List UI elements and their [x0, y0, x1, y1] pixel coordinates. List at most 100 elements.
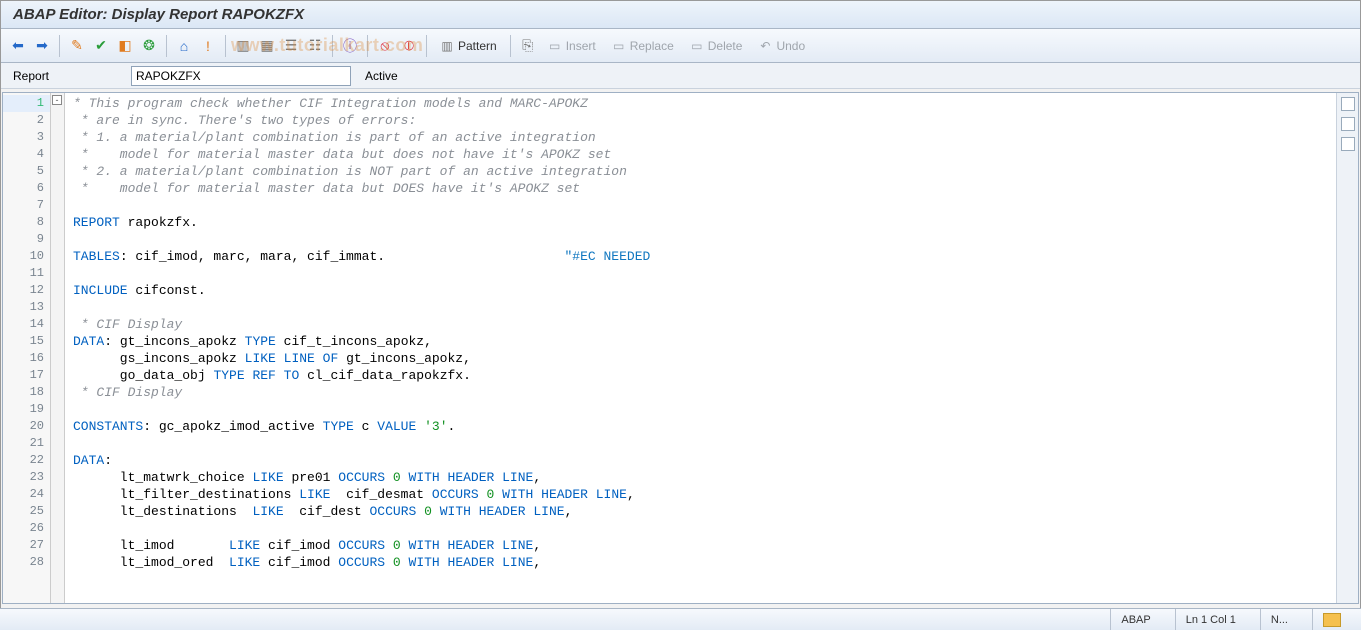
line-number: 3	[3, 129, 50, 146]
code-area[interactable]: * This program check whether CIF Integra…	[65, 93, 1336, 603]
code-line[interactable]: * 2. a material/plant combination is NOT…	[73, 163, 1336, 180]
activate-button[interactable]: ✔	[90, 35, 112, 57]
clipboard-button[interactable]: ⎘	[517, 35, 539, 57]
breakpoint-external-button[interactable]: ⦶	[398, 35, 420, 57]
code-line[interactable]: REPORT rapokzfx.	[73, 214, 1336, 231]
code-line[interactable]	[73, 520, 1336, 537]
replace-icon: ▭	[612, 39, 626, 53]
code-line[interactable]: * model for material master data but doe…	[73, 146, 1336, 163]
side-tool-2[interactable]	[1341, 117, 1355, 131]
report-status: Active	[365, 69, 398, 83]
code-line[interactable]: INCLUDE cifconst.	[73, 282, 1336, 299]
line-number: 17	[3, 367, 50, 384]
code-line[interactable]: * CIF Display	[73, 316, 1336, 333]
code-line[interactable]	[73, 265, 1336, 282]
separator	[367, 35, 368, 57]
layout-icon[interactable]	[1323, 613, 1341, 627]
report-label: Report	[13, 69, 123, 83]
separator	[166, 35, 167, 57]
line-number: 28	[3, 554, 50, 571]
insert-button: ▭ Insert	[541, 35, 603, 57]
fold-column[interactable]: -	[51, 93, 65, 603]
window-title: ABAP Editor: Display Report RAPOKZFX	[1, 1, 1360, 29]
code-line[interactable]: CONSTANTS: gc_apokz_imod_active TYPE c V…	[73, 418, 1336, 435]
status-mode: N...	[1260, 609, 1298, 630]
code-line[interactable]: lt_imod LIKE cif_imod OCCURS 0 WITH HEAD…	[73, 537, 1336, 554]
where-used-button[interactable]: ⌂	[173, 35, 195, 57]
code-line[interactable]: go_data_obj TYPE REF TO cl_cif_data_rapo…	[73, 367, 1336, 384]
report-name-input[interactable]	[131, 66, 351, 86]
line-number: 2	[3, 112, 50, 129]
forward-button[interactable]: ➡	[31, 35, 53, 57]
insert-label: Insert	[566, 39, 596, 53]
line-number: 13	[3, 299, 50, 316]
pattern-label: Pattern	[458, 39, 497, 53]
block-button[interactable]: ▦	[256, 35, 278, 57]
separator	[59, 35, 60, 57]
line-number: 6	[3, 180, 50, 197]
code-line[interactable]: lt_destinations LIKE cif_dest OCCURS 0 W…	[73, 503, 1336, 520]
line-number: 20	[3, 418, 50, 435]
line-number: 19	[3, 401, 50, 418]
enhance-button[interactable]: ❂	[138, 35, 160, 57]
code-line[interactable]: * are in sync. There's two types of erro…	[73, 112, 1336, 129]
display-list-button[interactable]: !	[197, 35, 219, 57]
pattern-button[interactable]: ▥ Pattern	[433, 35, 504, 57]
code-line[interactable]: lt_matwrk_choice LIKE pre01 OCCURS 0 WIT…	[73, 469, 1336, 486]
status-lang: ABAP	[1110, 609, 1160, 630]
line-number-gutter: 1234567891011121314151617181920212223242…	[3, 93, 51, 603]
back-button[interactable]: ⬅	[7, 35, 29, 57]
code-line[interactable]	[73, 435, 1336, 452]
help-button[interactable]: ⓘ	[339, 35, 361, 57]
code-line[interactable]: * model for material master data but DOE…	[73, 180, 1336, 197]
block2-button[interactable]: ☰	[280, 35, 302, 57]
editor-side-toolbar	[1336, 93, 1358, 603]
side-tool-1[interactable]	[1341, 97, 1355, 111]
code-line[interactable]	[73, 197, 1336, 214]
replace-button: ▭ Replace	[605, 35, 681, 57]
other-object-button[interactable]: ◧	[114, 35, 136, 57]
pretty-printer-button[interactable]: ☷	[304, 35, 326, 57]
code-line[interactable]: DATA: gt_incons_apokz TYPE cif_t_incons_…	[73, 333, 1336, 350]
line-number: 16	[3, 350, 50, 367]
line-number: 10	[3, 248, 50, 265]
status-bar: ABAP Ln 1 Col 1 N...	[0, 608, 1361, 630]
line-number: 5	[3, 163, 50, 180]
toggle-button[interactable]: ✎	[66, 35, 88, 57]
undo-icon: ↶	[758, 39, 772, 53]
line-number: 7	[3, 197, 50, 214]
line-number: 25	[3, 503, 50, 520]
side-tool-3[interactable]	[1341, 137, 1355, 151]
code-line[interactable]: DATA:	[73, 452, 1336, 469]
code-line[interactable]: lt_imod_ored LIKE cif_imod OCCURS 0 WITH…	[73, 554, 1336, 571]
code-line[interactable]: * This program check whether CIF Integra…	[73, 95, 1336, 112]
code-line[interactable]: * 1. a material/plant combination is par…	[73, 129, 1336, 146]
code-line[interactable]: gs_incons_apokz LIKE LINE OF gt_incons_a…	[73, 350, 1336, 367]
status-icon[interactable]	[1312, 609, 1351, 630]
line-number: 22	[3, 452, 50, 469]
toolbar: ⬅ ➡ ✎ ✔ ◧ ❂ ⌂ ! ▥ ▦ ☰ ☷ ⓘ ⦸ ⦶ ▥ Pattern …	[1, 29, 1360, 63]
separator	[426, 35, 427, 57]
line-number: 21	[3, 435, 50, 452]
code-line[interactable]: * CIF Display	[73, 384, 1336, 401]
separator	[510, 35, 511, 57]
code-line[interactable]: TABLES: cif_imod, marc, mara, cif_immat.…	[73, 248, 1336, 265]
code-editor[interactable]: 1234567891011121314151617181920212223242…	[2, 92, 1359, 604]
status-position: Ln 1 Col 1	[1175, 609, 1246, 630]
line-number: 1	[3, 95, 50, 112]
line-number: 24	[3, 486, 50, 503]
code-line[interactable]: lt_filter_destinations LIKE cif_desmat O…	[73, 486, 1336, 503]
line-number: 4	[3, 146, 50, 163]
delete-icon: ▭	[690, 39, 704, 53]
line-number: 15	[3, 333, 50, 350]
line-number: 8	[3, 214, 50, 231]
code-line[interactable]	[73, 231, 1336, 248]
code-line[interactable]	[73, 401, 1336, 418]
line-number: 12	[3, 282, 50, 299]
object-button[interactable]: ▥	[232, 35, 254, 57]
line-number: 11	[3, 265, 50, 282]
breakpoint-session-button[interactable]: ⦸	[374, 35, 396, 57]
line-number: 23	[3, 469, 50, 486]
fold-toggle-icon[interactable]: -	[52, 95, 62, 105]
code-line[interactable]	[73, 299, 1336, 316]
